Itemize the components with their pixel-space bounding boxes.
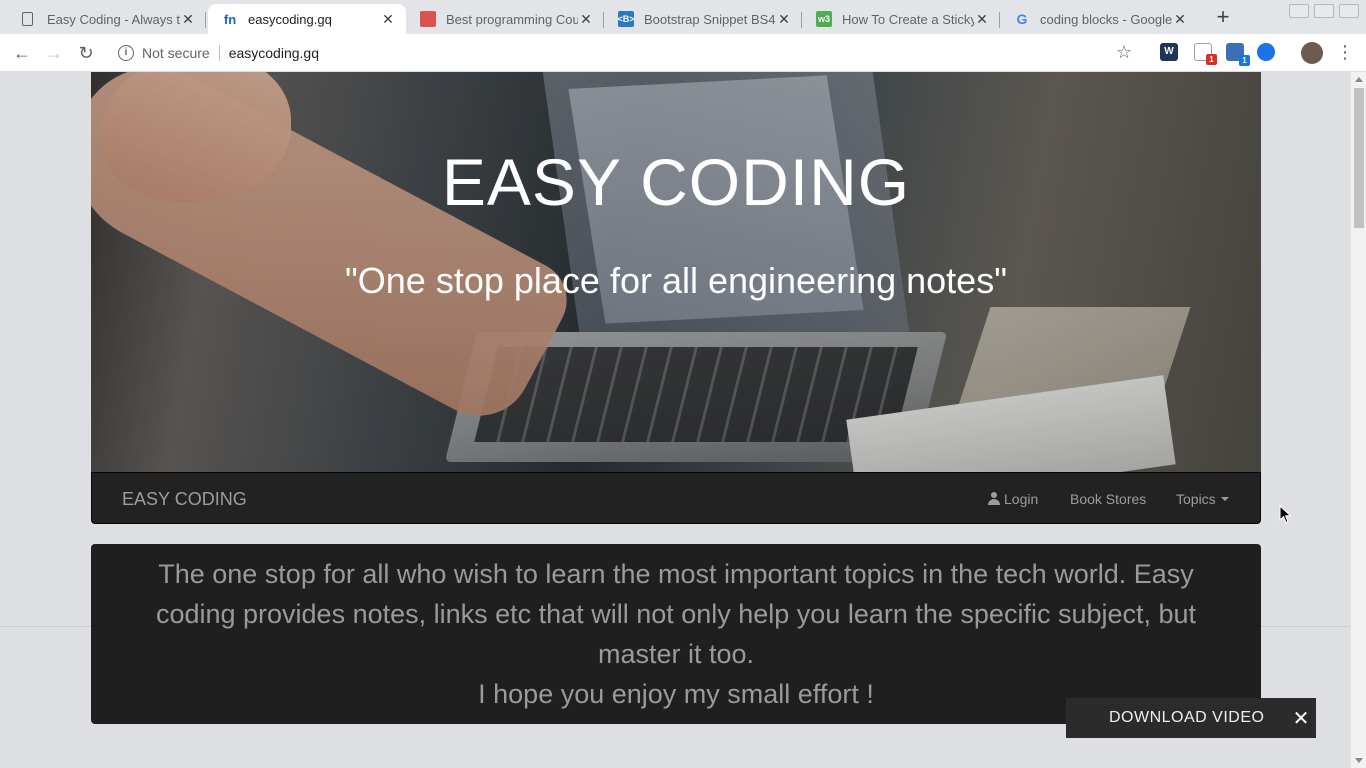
reload-icon[interactable]: ↻ xyxy=(74,42,98,64)
fn-favicon-icon: fn xyxy=(223,11,237,27)
scroll-up-icon[interactable] xyxy=(1355,77,1363,82)
tab-google-search[interactable]: G coding blocks - Google ✕ xyxy=(1000,4,1198,34)
login-label: Login xyxy=(1004,491,1039,507)
tab-title: How To Create a Sticky xyxy=(842,11,974,27)
tab-title: easycoding.gq xyxy=(248,11,332,27)
caret-down-icon xyxy=(1220,497,1229,501)
url-text[interactable]: easycoding.gq xyxy=(229,45,319,61)
w-extension-icon[interactable]: W xyxy=(1160,43,1178,61)
user-icon xyxy=(988,492,1000,505)
tab-title: coding blocks - Google xyxy=(1040,11,1172,27)
bag-extension-icon[interactable]: 1 xyxy=(1226,43,1250,66)
book-stores-link[interactable]: Book Stores xyxy=(1070,491,1146,507)
tab-bootstrap-snippet[interactable]: <B> Bootstrap Snippet BS4 ✕ xyxy=(604,4,802,34)
tab-title: Easy Coding - Always th xyxy=(47,11,180,27)
download-video-label[interactable]: DOWNLOAD VIDEO xyxy=(1109,709,1286,727)
close-icon[interactable]: ✕ xyxy=(180,11,196,28)
extension-badge: 1 xyxy=(1206,54,1217,65)
intro-text: The one stop for all who wish to learn t… xyxy=(155,559,1197,669)
page-viewport: EASY CODING "One stop place for all engi… xyxy=(0,72,1350,768)
restore-icon[interactable] xyxy=(1314,4,1334,18)
shield-extension-icon[interactable]: 1 xyxy=(1194,43,1217,65)
bookmark-star-icon[interactable]: ☆ xyxy=(1116,42,1132,63)
info-icon[interactable]: i xyxy=(118,45,134,61)
close-window-icon[interactable] xyxy=(1339,4,1359,18)
intro-panel: The one stop for all who wish to learn t… xyxy=(91,544,1261,724)
hero-banner: EASY CODING "One stop place for all engi… xyxy=(91,72,1261,472)
topics-dropdown[interactable]: Topics xyxy=(1176,491,1229,507)
tab-strip: Easy Coding - Always th ✕ fn easycoding.… xyxy=(0,0,1366,34)
login-link[interactable]: Login xyxy=(988,491,1038,507)
close-icon[interactable]: ✕ xyxy=(380,11,396,28)
book-icon xyxy=(420,11,436,27)
mouse-cursor-icon xyxy=(1279,505,1292,524)
close-icon[interactable]: ✕ xyxy=(1286,706,1316,731)
extension-badge: 1 xyxy=(1239,55,1250,66)
hero-title: EASY CODING xyxy=(441,145,911,219)
intro-closing: I hope you enjoy my small effort ! xyxy=(478,679,874,709)
tab-title: Bootstrap Snippet BS4 xyxy=(644,11,776,27)
tab-easy-coding[interactable]: Easy Coding - Always th ✕ xyxy=(8,4,206,34)
scrollbar-thumb[interactable] xyxy=(1354,88,1364,228)
tab-sticky[interactable]: w3 How To Create a Sticky ✕ xyxy=(802,4,1000,34)
close-icon[interactable]: ✕ xyxy=(578,11,594,28)
new-tab-button[interactable]: + xyxy=(1210,6,1236,30)
close-icon[interactable]: ✕ xyxy=(776,11,792,28)
hero-tagline: "One stop place for all engineering note… xyxy=(345,260,1007,301)
tab-title: Best programming Cou xyxy=(446,11,578,27)
back-arrow-icon[interactable]: ← xyxy=(10,42,34,64)
browser-toolbar: ← → ↻ i Not secure easycoding.gq ☆ W 1 1… xyxy=(0,34,1366,72)
tab-best-programming[interactable]: Best programming Cou ✕ xyxy=(406,4,604,34)
security-label: Not secure xyxy=(142,45,210,61)
download-video-widget[interactable]: DOWNLOAD VIDEO ✕ xyxy=(1066,698,1316,738)
bootsnipp-icon: <B> xyxy=(618,11,635,27)
scroll-down-icon[interactable] xyxy=(1355,758,1363,763)
forward-arrow-icon[interactable]: → xyxy=(42,42,66,64)
address-bar[interactable]: i Not secure easycoding.gq xyxy=(108,40,1148,66)
camera-extension-icon[interactable] xyxy=(1257,43,1275,61)
google-icon: G xyxy=(1016,11,1028,27)
page-icon xyxy=(22,12,33,26)
profile-avatar[interactable] xyxy=(1301,42,1323,64)
navbar-brand[interactable]: EASY CODING xyxy=(122,489,247,510)
w3schools-icon: w3 xyxy=(816,11,832,27)
page-scrollbar[interactable] xyxy=(1350,72,1366,768)
menu-dots-icon[interactable]: ⋮ xyxy=(1336,42,1354,63)
close-icon[interactable]: ✕ xyxy=(974,11,990,28)
minimize-icon[interactable] xyxy=(1289,4,1309,18)
close-icon[interactable]: ✕ xyxy=(1172,11,1188,28)
site-navbar: EASY CODING Login Book Stores Topics xyxy=(91,472,1261,524)
tab-easycoding-gq[interactable]: fn easycoding.gq ✕ xyxy=(208,4,406,34)
topics-label: Topics xyxy=(1176,491,1216,507)
